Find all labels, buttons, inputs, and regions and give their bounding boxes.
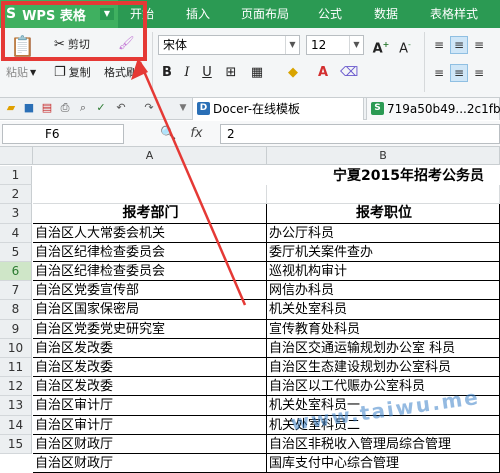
arrow-line	[138, 61, 247, 306]
